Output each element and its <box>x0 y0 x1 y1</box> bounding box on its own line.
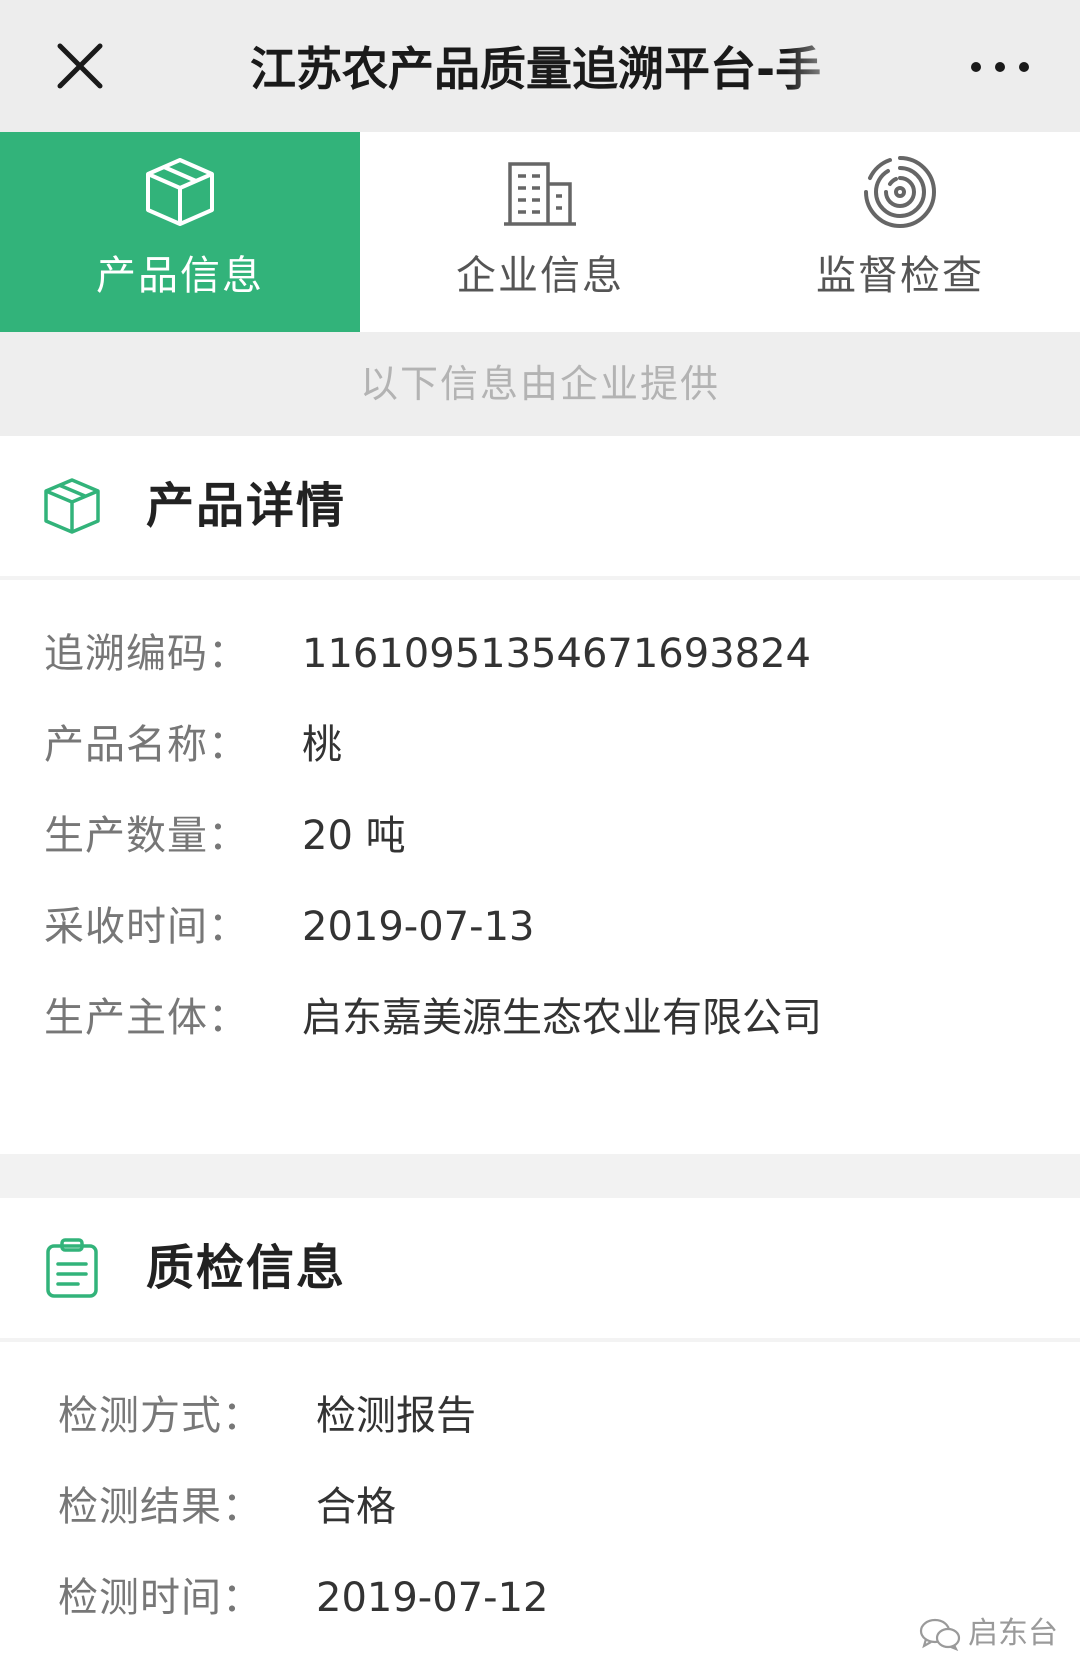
tab-company-info[interactable]: 企业信息 <box>360 132 720 332</box>
close-icon <box>57 43 103 89</box>
fingerprint-icon <box>864 156 937 229</box>
field-value: 启东嘉美源生态农业有限公司 <box>302 995 822 1041</box>
page-title: 江苏农产品质量追溯平台-手 <box>250 42 822 96</box>
field-test-method: 检测方式： 检测报告 <box>0 1372 1080 1463</box>
close-button[interactable] <box>52 38 108 94</box>
product-fields: 追溯编码： 1161095135467169382​4 产品名称： 桃 生产数量… <box>0 580 1080 1065</box>
clipboard-icon <box>46 1238 98 1298</box>
field-value: 桃 <box>302 722 342 768</box>
field-label: 生产主体： <box>44 995 249 1041</box>
field-harvest-date: 采收时间： 2019-07-13 <box>0 883 1080 974</box>
field-label: 追溯编码： <box>44 631 249 677</box>
wechat-icon <box>919 1618 961 1651</box>
watermark-text: 启东台 <box>968 1616 1058 1651</box>
watermark: 启东台 <box>918 1612 1058 1656</box>
section-title: 质检信息 <box>146 1240 347 1296</box>
field-value: 合格 <box>316 1484 396 1530</box>
field-label: 产品名称： <box>44 722 249 768</box>
field-label: 检测结果： <box>58 1484 263 1530</box>
section-divider <box>0 1154 1080 1198</box>
box-icon <box>44 478 100 534</box>
field-test-result: 检测结果： 合格 <box>0 1463 1080 1554</box>
building-icon <box>504 162 576 226</box>
field-label: 采收时间： <box>44 904 249 950</box>
notice-banner: 以下信息由企业提供 <box>0 332 1080 436</box>
field-producer: 生产主体： 启东嘉美源生态农业有限公司 <box>0 974 1080 1065</box>
field-value: 检测报告 <box>316 1393 476 1439</box>
more-horizontal-icon <box>971 62 1029 72</box>
title-bar: 江苏农产品质量追溯平台-手 <box>0 0 1080 132</box>
field-trace-code: 追溯编码： 1161095135467169382​4 <box>0 610 1080 701</box>
more-button[interactable] <box>968 54 1032 80</box>
field-product-name: 产品名称： 桃 <box>0 701 1080 792</box>
field-value: 1161095135467169382​4 <box>302 631 811 677</box>
tab-label: 企业信息 <box>456 253 624 299</box>
field-label: 检测时间： <box>58 1575 263 1621</box>
product-details-card: 产品详情 追溯编码： 1161095135467169382​4 产品名称： 桃… <box>0 436 1080 1154</box>
tab-label: 产品信息 <box>96 253 264 299</box>
field-label: 检测方式： <box>58 1393 263 1439</box>
field-value: 20 吨 <box>302 813 406 859</box>
field-quantity: 生产数量： 20 吨 <box>0 792 1080 883</box>
field-label: 生产数量： <box>44 813 249 859</box>
inspection-fields: 检测方式： 检测报告 检测结果： 合格 检测时间： 2019-07-12 <box>0 1342 1080 1645</box>
tab-supervision[interactable]: 监督检查 <box>720 132 1080 332</box>
field-value: 2019-07-12 <box>316 1575 549 1621</box>
card-header: 质检信息 <box>0 1198 1080 1342</box>
inspection-card: 质检信息 检测方式： 检测报告 检测结果： 合格 检测时间： 2019-07-1… <box>0 1198 1080 1672</box>
box-icon <box>146 158 214 226</box>
field-value: 2019-07-13 <box>302 904 535 950</box>
section-title: 产品详情 <box>146 478 347 534</box>
tab-bar: 产品信息 企业信息 监督检查 <box>0 132 1080 332</box>
card-header: 产品详情 <box>0 436 1080 580</box>
tab-label: 监督检查 <box>816 253 984 299</box>
tab-product-info[interactable]: 产品信息 <box>0 132 360 332</box>
